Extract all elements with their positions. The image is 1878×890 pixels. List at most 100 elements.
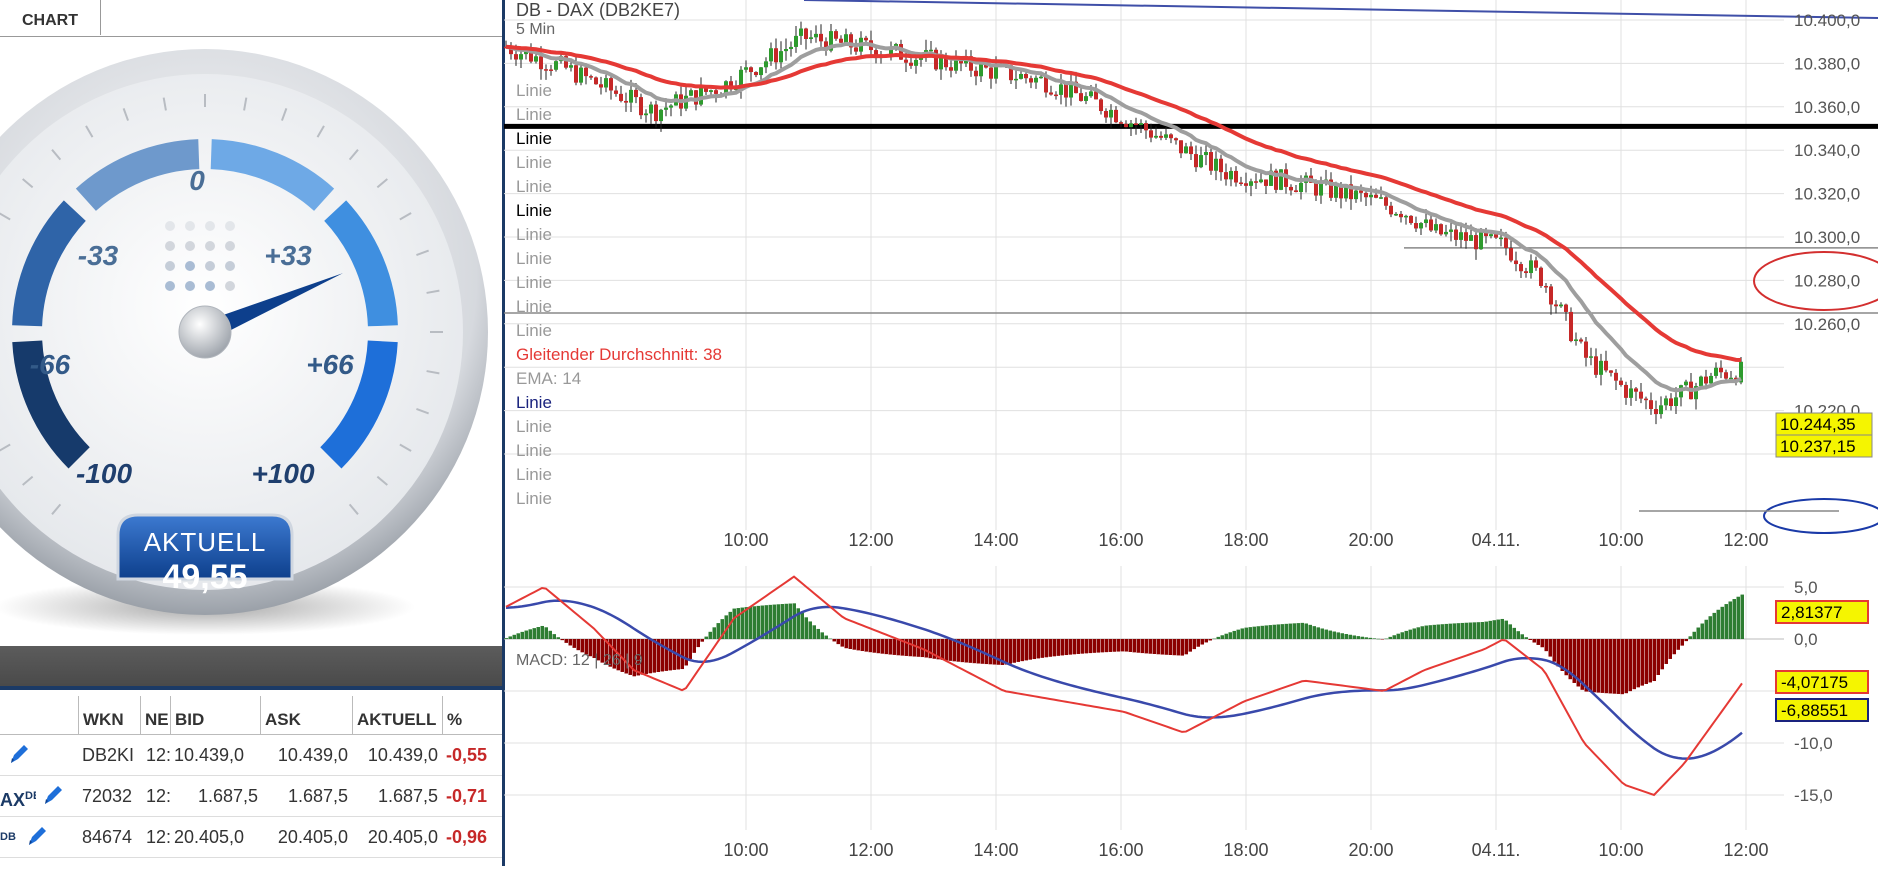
- macd-histogram-bar: [1532, 639, 1536, 643]
- macd-axis-label: 0,0: [1794, 630, 1818, 649]
- macd-histogram-bar: [896, 639, 900, 656]
- legend-entry: Linie: [516, 129, 552, 148]
- macd-histogram-bar: [1656, 639, 1660, 675]
- macd-histogram: [504, 594, 1744, 695]
- col-header-wkn[interactable]: WKN: [78, 696, 140, 734]
- candle-body: [769, 48, 773, 62]
- macd-histogram-bar: [504, 638, 508, 639]
- col-header-ask[interactable]: ASK: [260, 696, 352, 734]
- candle-body: [1174, 138, 1178, 141]
- candle-body: [619, 93, 623, 101]
- table-row[interactable]: DB 84674 12: 20.405,0 20.405,0 20.405,0 …: [0, 817, 504, 858]
- macd-histogram-bar: [880, 639, 884, 654]
- candle-body: [1729, 377, 1733, 380]
- candle-body: [1409, 215, 1413, 224]
- legend-entry: Linie: [516, 417, 552, 436]
- macd-histogram-bar: [888, 639, 892, 655]
- candle-body: [1674, 397, 1678, 406]
- macd-histogram-bar: [1528, 639, 1532, 640]
- legend-entry: Linie: [516, 105, 552, 124]
- macd-histogram-bar: [1720, 606, 1724, 639]
- col-header-pct[interactable]: %: [442, 696, 504, 734]
- cell-ne: 12:: [146, 786, 170, 806]
- macd-histogram-bar: [1348, 634, 1352, 639]
- candle-body: [814, 33, 818, 38]
- candle-body: [1224, 172, 1228, 180]
- tab-chart[interactable]: CHART: [0, 0, 101, 35]
- candle-body: [1644, 398, 1648, 401]
- candle-body: [1114, 109, 1118, 123]
- macd-histogram-bar: [800, 612, 804, 639]
- macd-histogram-bar: [968, 639, 972, 663]
- price-badge-text: 10.244,35: [1780, 415, 1856, 434]
- macd-histogram-bar: [1496, 619, 1500, 639]
- macd-histogram-bar: [1632, 639, 1636, 690]
- candle-body: [809, 37, 813, 39]
- candle-body: [1259, 179, 1263, 183]
- price-chart[interactable]: DB - DAX (DB2KE7) 5 Min LinieLinieLinieL…: [504, 0, 1878, 886]
- macd-histogram-bar: [708, 631, 712, 639]
- candle-body: [1574, 339, 1578, 342]
- candle-body: [1059, 84, 1063, 95]
- time-axis-label: 12:00: [848, 530, 893, 550]
- macd-histogram-bar: [564, 639, 568, 643]
- candle-body: [1014, 78, 1018, 81]
- candle-body: [599, 84, 603, 88]
- candle-body: [624, 100, 628, 103]
- macd-histogram-bar: [1192, 639, 1196, 650]
- candle-body: [989, 67, 993, 79]
- macd-histogram-bar: [832, 639, 836, 642]
- candle-body: [584, 67, 588, 77]
- macd-histogram-bar: [1080, 639, 1084, 654]
- macd-histogram-bar: [1264, 625, 1268, 639]
- macd-histogram-bar: [1400, 632, 1404, 639]
- edit-pencil-icon[interactable]: [26, 825, 48, 849]
- candle-body: [1504, 237, 1508, 249]
- time-axis: 10:00 12:00 14:00 16:00 18:00 20:00 04.11. 10:0…: [723, 530, 1768, 550]
- macd-histogram-bar: [856, 639, 860, 651]
- col-header-ne[interactable]: NE: [140, 696, 170, 734]
- candle-body: [1494, 234, 1498, 238]
- macd-histogram-bar: [1056, 639, 1060, 656]
- candle-body: [1724, 372, 1728, 379]
- candle-body: [1394, 213, 1398, 216]
- macd-histogram-bar: [1552, 639, 1556, 662]
- table-row[interactable]: DB2KI 12: 10.439,0 10.439,0 10.439,0 -0,…: [0, 735, 504, 776]
- macd-histogram-bar: [684, 639, 688, 666]
- price-axis: 10.400,0 10.380,0 10.360,0 10.340,0 10.320,0…: [1794, 11, 1860, 421]
- edit-pencil-icon[interactable]: [42, 784, 64, 808]
- macd-histogram-bar: [1256, 626, 1260, 639]
- time-axis-label: 18:00: [1223, 840, 1268, 860]
- col-header-bid[interactable]: BID: [170, 696, 260, 734]
- edit-pencil-icon[interactable]: [8, 743, 30, 767]
- candle-body: [994, 66, 998, 79]
- candle-body: [1624, 384, 1628, 398]
- macd-histogram-bar: [1020, 639, 1024, 662]
- candle-body: [1029, 78, 1033, 83]
- candle-body: [749, 67, 753, 73]
- macd-histogram-bar: [756, 605, 760, 639]
- name-sup: DB: [0, 831, 16, 843]
- candle-body: [629, 89, 633, 103]
- table-row[interactable]: AXDB 72032 12: 1.687,5 1.687,5 1.687,5 -…: [0, 776, 504, 817]
- candle-body: [1229, 170, 1233, 180]
- macd-histogram-bar: [560, 639, 564, 641]
- legend-entry: Linie: [516, 321, 552, 340]
- candle-body: [764, 61, 768, 68]
- candle-body: [1639, 391, 1643, 399]
- macd-histogram-bar: [1660, 639, 1664, 670]
- candle-body: [1654, 409, 1658, 415]
- macd-histogram-bar: [1040, 639, 1044, 658]
- macd-histogram-bar: [568, 639, 572, 646]
- legend-entry: EMA: 14: [516, 369, 581, 388]
- macd-histogram-bar: [1244, 627, 1248, 639]
- macd-histogram-bar: [1208, 639, 1212, 641]
- macd-histogram-bar: [1312, 626, 1316, 639]
- macd-histogram-bar: [1016, 639, 1020, 662]
- candle-body: [1369, 194, 1373, 198]
- col-header-aktuell[interactable]: AKTUELL: [352, 696, 442, 734]
- macd-histogram-bar: [1704, 619, 1708, 639]
- macd-histogram-bar: [1688, 636, 1692, 639]
- macd-histogram-bar: [1620, 639, 1624, 695]
- candle-body: [1414, 223, 1418, 229]
